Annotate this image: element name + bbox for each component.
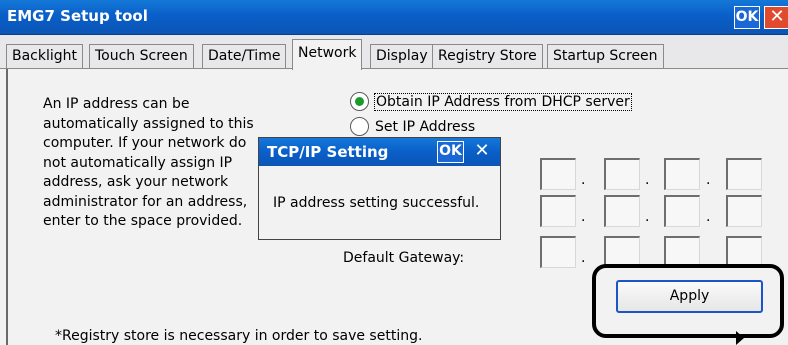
- radio-static-label[interactable]: Set IP Address: [375, 119, 475, 135]
- ip-octet-1[interactable]: [540, 158, 576, 190]
- window-titlebar: EMG7 Setup tool OK ✕: [0, 0, 788, 35]
- ip-dot: .: [645, 172, 650, 188]
- gateway-label: Default Gateway:: [343, 250, 465, 266]
- tab-date-time[interactable]: Date/Time: [202, 44, 287, 69]
- gateway-octet-2[interactable]: [604, 236, 640, 268]
- radio-dhcp[interactable]: [350, 92, 369, 111]
- ip-dot: .: [581, 209, 586, 225]
- ip-octet-4[interactable]: [726, 158, 762, 190]
- registry-note: *Registry store is necessary in order to…: [55, 328, 423, 344]
- dialog-close-button[interactable]: ✕: [469, 141, 495, 163]
- panel-border: [6, 69, 8, 345]
- ip-octet-2[interactable]: [604, 158, 640, 190]
- tab-strip: Backlight Touch Screen Date/Time Network…: [0, 35, 788, 70]
- network-description: An IP address can be automatically assig…: [43, 95, 273, 232]
- ip-dot: .: [706, 172, 711, 188]
- description-line: computer. If your network do: [43, 135, 247, 151]
- mask-octet-4[interactable]: [726, 195, 762, 227]
- tab-backlight[interactable]: Backlight: [6, 44, 84, 69]
- dialog-titlebar: TCP/IP Setting OK ✕: [259, 138, 500, 166]
- mouse-pointer-icon: [736, 331, 744, 345]
- tab-display[interactable]: Display: [370, 44, 434, 69]
- radio-dhcp-label[interactable]: Obtain IP Address from DHCP server: [374, 92, 632, 111]
- gateway-octet-3[interactable]: [664, 236, 700, 268]
- window-ok-button[interactable]: OK: [734, 6, 760, 29]
- dialog-message: IP address setting successful.: [273, 195, 480, 211]
- mask-octet-1[interactable]: [540, 195, 576, 227]
- gateway-octet-4[interactable]: [726, 236, 762, 268]
- window-close-button[interactable]: ✕: [764, 6, 788, 29]
- description-line: An IP address can be: [43, 96, 190, 112]
- radio-dhcp-row[interactable]: Obtain IP Address from DHCP server: [350, 92, 632, 111]
- ip-dot: .: [645, 209, 650, 225]
- dialog-ok-button[interactable]: OK: [437, 141, 464, 163]
- ip-octet-3[interactable]: [664, 158, 700, 190]
- radio-static[interactable]: [350, 117, 369, 136]
- description-line: enter to the space provided.: [43, 213, 243, 229]
- apply-button[interactable]: Apply: [616, 280, 763, 313]
- description-line: not automatically assign IP: [43, 154, 233, 171]
- ip-dot: .: [581, 250, 586, 266]
- tab-registry-store[interactable]: Registry Store: [432, 44, 543, 69]
- description-line: automatically assigned to this: [43, 115, 254, 132]
- tab-network[interactable]: Network: [292, 39, 363, 70]
- description-line: administrator for an address,: [43, 193, 248, 210]
- mask-octet-3[interactable]: [664, 195, 700, 227]
- ip-dot: .: [581, 172, 586, 188]
- close-icon: ✕: [474, 140, 490, 161]
- radio-static-row[interactable]: Set IP Address: [350, 117, 475, 136]
- gateway-octet-1[interactable]: [540, 236, 576, 268]
- tcpip-dialog: TCP/IP Setting OK ✕ IP address setting s…: [258, 137, 501, 240]
- mask-octet-2[interactable]: [604, 195, 640, 227]
- tab-startup-screen[interactable]: Startup Screen: [547, 44, 664, 69]
- tab-touch-screen[interactable]: Touch Screen: [89, 44, 194, 69]
- close-icon: ✕: [769, 6, 785, 27]
- ip-dot: .: [706, 209, 711, 225]
- description-line: address, ask your network: [43, 174, 229, 190]
- dialog-title: TCP/IP Setting: [267, 143, 389, 161]
- window-title: EMG7 Setup tool: [7, 7, 148, 25]
